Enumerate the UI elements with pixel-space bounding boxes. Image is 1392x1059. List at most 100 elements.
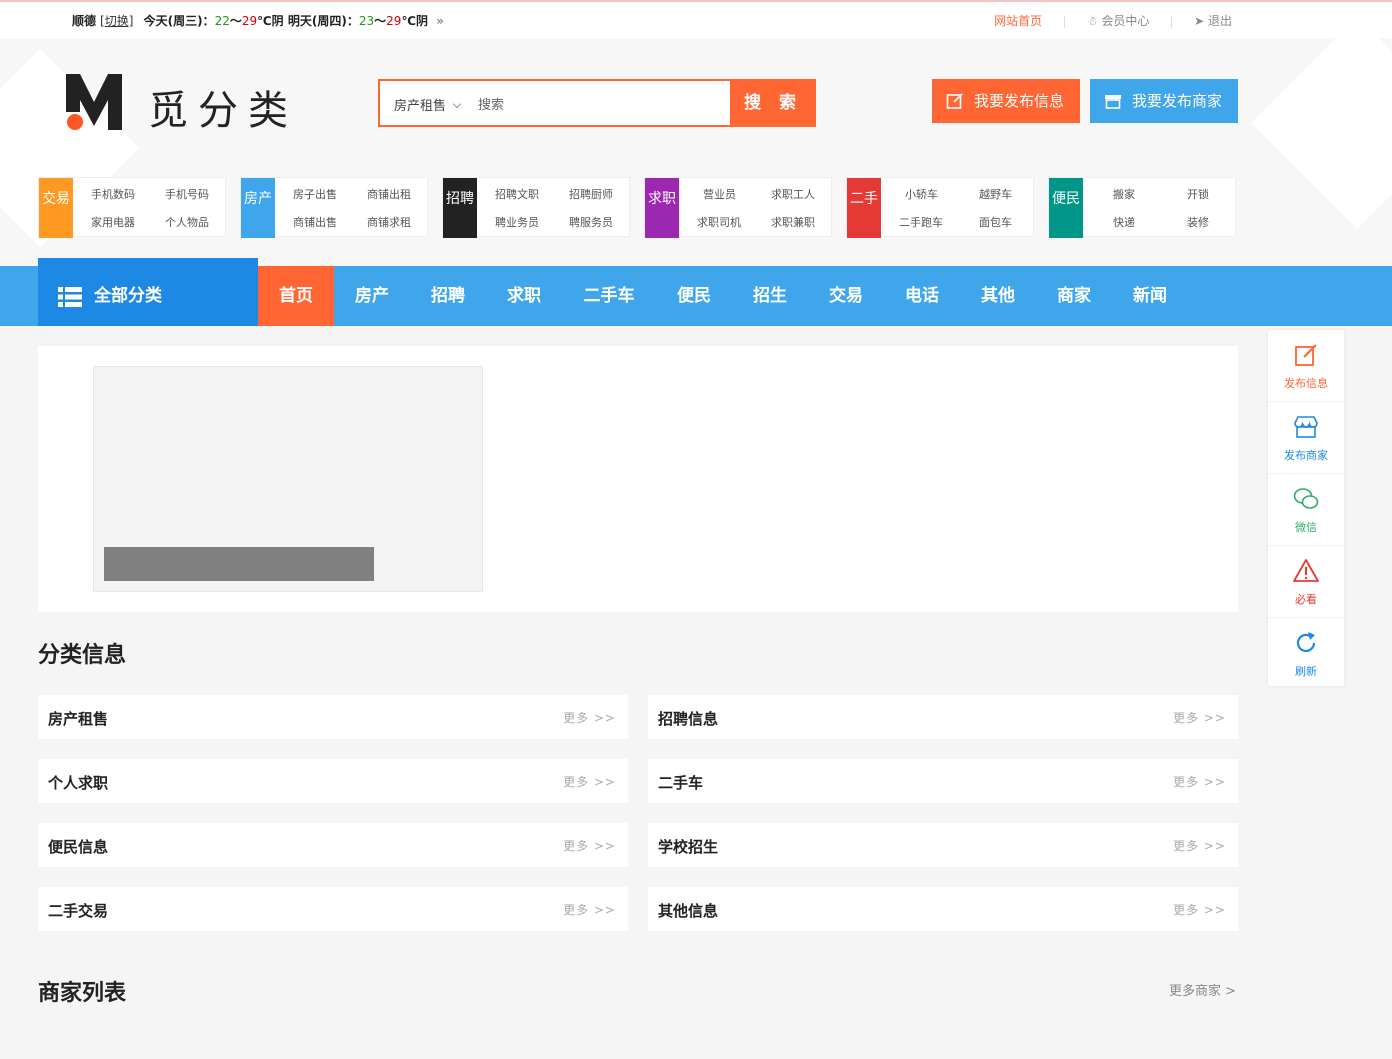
category-link[interactable]: 营业员	[703, 186, 736, 202]
site-name: 觅分类	[148, 88, 298, 134]
info-row: 房产租售 更多 >>	[38, 695, 628, 739]
nav-item-enroll[interactable]: 招生	[732, 266, 808, 326]
nav-item-house[interactable]: 房产	[334, 266, 410, 326]
member-center-link[interactable]: ☃ 会员中心	[1087, 12, 1150, 29]
nav-item-recruit[interactable]: 招聘	[410, 266, 486, 326]
category-tag[interactable]: 便民	[1049, 178, 1083, 238]
divider	[1171, 15, 1173, 28]
category-link[interactable]: 搬家	[1113, 186, 1135, 202]
info-row: 便民信息 更多 >>	[38, 823, 628, 867]
more-link[interactable]: 更多 >>	[563, 837, 616, 854]
info-row-title[interactable]: 学校招生	[658, 836, 718, 857]
category-link[interactable]: 越野车	[979, 186, 1012, 202]
nav-item-convenience[interactable]: 便民	[656, 266, 732, 326]
info-row-title[interactable]: 二手车	[658, 772, 703, 793]
top-links: 网站首页 ☃ 会员中心 ➤ 退出	[994, 12, 1232, 29]
category-link[interactable]: 聘业务员	[495, 214, 539, 230]
nav-item-shops[interactable]: 商家	[1036, 266, 1112, 326]
category-tag[interactable]: 招聘	[443, 178, 477, 238]
category-link[interactable]: 二手跑车	[899, 214, 943, 230]
logo-mark-icon	[66, 74, 122, 130]
category-link[interactable]: 商铺求租	[367, 214, 411, 230]
search-input[interactable]	[478, 91, 718, 117]
more-link[interactable]: 更多 >>	[1173, 709, 1226, 726]
category-link[interactable]: 快递	[1113, 214, 1135, 230]
nav-item-used-car[interactable]: 二手车	[562, 266, 656, 326]
banner-caption-bar	[104, 547, 374, 581]
category-link[interactable]: 家用电器	[91, 214, 135, 230]
info-row-title[interactable]: 房产租售	[48, 708, 108, 729]
switch-city-link[interactable]: [切换]	[100, 14, 133, 28]
category-tag[interactable]: 交易	[39, 178, 73, 238]
logout-link[interactable]: ➤ 退出	[1194, 12, 1232, 29]
side-label: 发布商家	[1284, 449, 1328, 462]
shop-icon	[1294, 416, 1318, 438]
category-link[interactable]: 求职工人	[771, 186, 815, 202]
all-categories-button[interactable]: 全部分类	[38, 258, 258, 326]
category-link[interactable]: 商铺出售	[293, 214, 337, 230]
category-link[interactable]: 个人物品	[165, 214, 209, 230]
weather-more-arrow[interactable]: »	[436, 14, 444, 28]
banner-image[interactable]	[93, 366, 483, 592]
nav-item-home[interactable]: 首页	[258, 266, 334, 326]
more-link[interactable]: 更多 >>	[1173, 901, 1226, 918]
more-link[interactable]: 更多 >>	[563, 901, 616, 918]
nav-item-other[interactable]: 其他	[960, 266, 1036, 326]
category-link[interactable]: 求职兼职	[771, 214, 815, 230]
nav-item-jobseek[interactable]: 求职	[486, 266, 562, 326]
category-link[interactable]: 招聘厨师	[569, 186, 613, 202]
category-link[interactable]: 小轿车	[905, 186, 938, 202]
side-label: 必看	[1295, 593, 1317, 606]
info-row: 个人求职 更多 >>	[38, 759, 628, 803]
section-title-info: 分类信息	[38, 643, 127, 668]
publish-shop-button[interactable]: 我要发布商家	[1090, 79, 1238, 123]
home-link[interactable]: 网站首页	[994, 12, 1042, 29]
info-row-title[interactable]: 二手交易	[48, 900, 108, 921]
publish-info-button[interactable]: 我要发布信息	[932, 79, 1080, 123]
nav-item-news[interactable]: 新闻	[1112, 266, 1188, 326]
weather-today-high: 29	[241, 14, 258, 28]
category-link[interactable]: 手机数码	[91, 186, 135, 202]
shop-icon	[1105, 95, 1121, 109]
nav-item-phone[interactable]: 电话	[884, 266, 960, 326]
search-button[interactable]: 搜 索	[730, 79, 816, 127]
info-row-title[interactable]: 便民信息	[48, 836, 108, 857]
category-link[interactable]: 商铺出租	[367, 186, 411, 202]
category-block-house: 房产 房子出售 商铺出租 商铺出售 商铺求租	[240, 177, 428, 238]
more-link[interactable]: 更多 >>	[1173, 773, 1226, 790]
weather-tomorrow-low: 23	[358, 14, 375, 28]
side-publish-shop-button[interactable]: 发布商家	[1268, 402, 1344, 474]
category-link[interactable]: 招聘文职	[495, 186, 539, 202]
search-category-select[interactable]: 房产租售	[394, 95, 462, 114]
nav-item-trade[interactable]: 交易	[808, 266, 884, 326]
category-link[interactable]: 装修	[1187, 214, 1209, 230]
more-shops-link[interactable]: 更多商家 >	[1169, 980, 1236, 999]
info-row-title[interactable]: 招聘信息	[658, 708, 718, 729]
side-must-read-button[interactable]: 必看	[1268, 546, 1344, 618]
info-row-title[interactable]: 其他信息	[658, 900, 718, 921]
logout-label: 退出	[1207, 14, 1232, 28]
weather-today-sep: ～	[229, 14, 242, 28]
info-row-title[interactable]: 个人求职	[48, 772, 108, 793]
category-tag[interactable]: 房产	[241, 178, 275, 238]
more-link[interactable]: 更多 >>	[563, 709, 616, 726]
category-link[interactable]: 手机号码	[165, 186, 209, 202]
side-publish-info-button[interactable]: 发布信息	[1268, 330, 1344, 402]
more-link[interactable]: 更多 >>	[563, 773, 616, 790]
category-block-trade: 交易 手机数码 手机号码 家用电器 个人物品	[38, 177, 226, 238]
category-tag[interactable]: 求职	[645, 178, 679, 238]
search-category-label: 房产租售	[394, 99, 447, 114]
category-link[interactable]: 聘服务员	[569, 214, 613, 230]
category-tag[interactable]: 二手	[847, 178, 881, 238]
category-block-convenience: 便民 搬家 开锁 快递 装修	[1048, 177, 1236, 238]
category-link[interactable]: 开锁	[1187, 186, 1209, 202]
info-row: 二手交易 更多 >>	[38, 887, 628, 931]
top-bar: 顺德 [切换] 今天(周三)：22～29℃阴 明天(周四)：23～29℃阴 » 网…	[0, 0, 1392, 38]
location-weather: 顺德 [切换] 今天(周三)：22～29℃阴 明天(周四)：23～29℃阴 »	[72, 12, 444, 29]
category-link[interactable]: 求职司机	[697, 214, 741, 230]
side-refresh-button[interactable]: 刷新	[1268, 618, 1344, 690]
more-link[interactable]: 更多 >>	[1173, 837, 1226, 854]
category-link[interactable]: 面包车	[979, 214, 1012, 230]
side-wechat-button[interactable]: 微信	[1268, 474, 1344, 546]
category-link[interactable]: 房子出售	[293, 186, 337, 202]
